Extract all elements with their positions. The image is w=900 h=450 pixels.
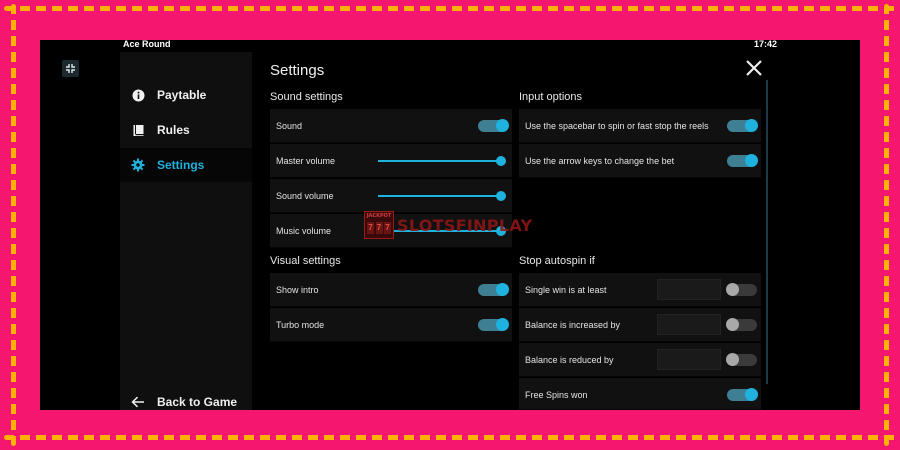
close-button[interactable] — [743, 57, 765, 79]
arrow-keys-label: Use the arrow keys to change the bet — [525, 156, 675, 166]
spacebar-row: Use the spacebar to spin or fast stop th… — [519, 109, 761, 143]
arrow-keys-row: Use the arrow keys to change the bet — [519, 144, 761, 178]
sidebar-item-paytable[interactable]: Paytable — [120, 78, 252, 112]
spacebar-toggle[interactable] — [727, 119, 758, 132]
balance-increased-input[interactable] — [657, 314, 721, 335]
free-spins-label: Free Spins won — [525, 390, 588, 400]
music-volume-label: Music volume — [276, 226, 332, 236]
watermark: JACKPOT 777 SLOTSFINPLAY — [364, 211, 532, 239]
collapse-icon — [66, 64, 75, 73]
input-options-title: Input options — [519, 91, 582, 103]
scrollbar[interactable] — [766, 80, 768, 384]
reel-digit: 7 — [375, 222, 383, 234]
show-intro-row: Show intro — [270, 273, 512, 307]
sidebar-item-label: Rules — [157, 123, 190, 137]
frame-dash-left — [11, 4, 16, 446]
sidebar-item-rules[interactable]: Rules — [120, 113, 252, 147]
sound-volume-row: Sound volume — [270, 179, 512, 213]
sound-label: Sound — [276, 121, 303, 131]
spacebar-label: Use the spacebar to spin or fast stop th… — [525, 121, 709, 131]
slider-handle[interactable] — [496, 156, 506, 166]
arrow-keys-toggle[interactable] — [727, 154, 758, 167]
page-title: Settings — [270, 62, 325, 79]
single-win-input[interactable] — [657, 279, 721, 300]
reel-digit: 7 — [384, 222, 391, 234]
master-volume-row: Master volume — [270, 144, 512, 178]
collapse-screen-button[interactable] — [62, 60, 79, 77]
turbo-mode-toggle[interactable] — [478, 318, 509, 331]
watermark-text: SLOTSFINPLAY — [397, 215, 533, 235]
balance-increased-label: Balance is increased by — [525, 320, 621, 330]
back-to-game-label: Back to Game — [157, 395, 238, 409]
reel-digit: 7 — [367, 222, 374, 234]
turbo-mode-row: Turbo mode — [270, 308, 512, 342]
info-icon — [131, 88, 145, 102]
show-intro-label: Show intro — [276, 285, 319, 295]
visual-settings-title: Visual settings — [270, 255, 341, 267]
single-win-row: Single win is at least — [519, 273, 761, 307]
watermark-logo: JACKPOT 777 — [364, 211, 394, 239]
free-spins-toggle[interactable] — [727, 388, 758, 401]
game-screen: Ace Round 17:42 Paytable Rules Settings … — [40, 40, 860, 410]
master-volume-label: Master volume — [276, 156, 336, 166]
sidebar-item-label: Paytable — [157, 88, 207, 102]
sound-settings-title: Sound settings — [270, 91, 343, 103]
balance-reduced-row: Balance is reduced by — [519, 343, 761, 377]
back-to-game-button[interactable]: Back to Game — [120, 392, 252, 410]
sound-volume-label: Sound volume — [276, 191, 334, 201]
sound-toggle[interactable] — [478, 119, 509, 132]
master-volume-slider[interactable] — [378, 156, 506, 166]
single-win-label: Single win is at least — [525, 285, 607, 295]
arrow-left-icon — [131, 395, 145, 409]
free-spins-row: Free Spins won — [519, 378, 761, 410]
balance-increased-row: Balance is increased by — [519, 308, 761, 342]
stop-autospin-title: Stop autospin if — [519, 255, 595, 267]
sidebar-item-settings[interactable]: Settings — [120, 148, 252, 182]
turbo-mode-label: Turbo mode — [276, 320, 325, 330]
settings-sidebar: Paytable Rules Settings Back to Game — [120, 52, 252, 410]
show-intro-toggle[interactable] — [478, 283, 509, 296]
close-icon — [746, 60, 762, 76]
single-win-toggle[interactable] — [726, 283, 757, 296]
watermark-caption: JACKPOT — [366, 213, 392, 219]
game-title: Ace Round — [123, 40, 171, 49]
balance-reduced-toggle[interactable] — [726, 353, 757, 366]
balance-reduced-input[interactable] — [657, 349, 721, 370]
gear-icon — [131, 158, 145, 172]
balance-increased-toggle[interactable] — [726, 318, 757, 331]
watermark-reels: 777 — [367, 222, 391, 234]
frame-dash-bottom — [4, 435, 896, 440]
frame-dash-top — [4, 6, 896, 11]
balance-reduced-label: Balance is reduced by — [525, 355, 614, 365]
book-icon — [131, 123, 145, 137]
slider-handle[interactable] — [496, 191, 506, 201]
sound-row: Sound — [270, 109, 512, 143]
sound-volume-slider[interactable] — [378, 191, 506, 201]
sidebar-item-label: Settings — [157, 158, 205, 172]
frame-dash-right — [884, 4, 889, 446]
clock: 17:42 — [753, 40, 777, 49]
